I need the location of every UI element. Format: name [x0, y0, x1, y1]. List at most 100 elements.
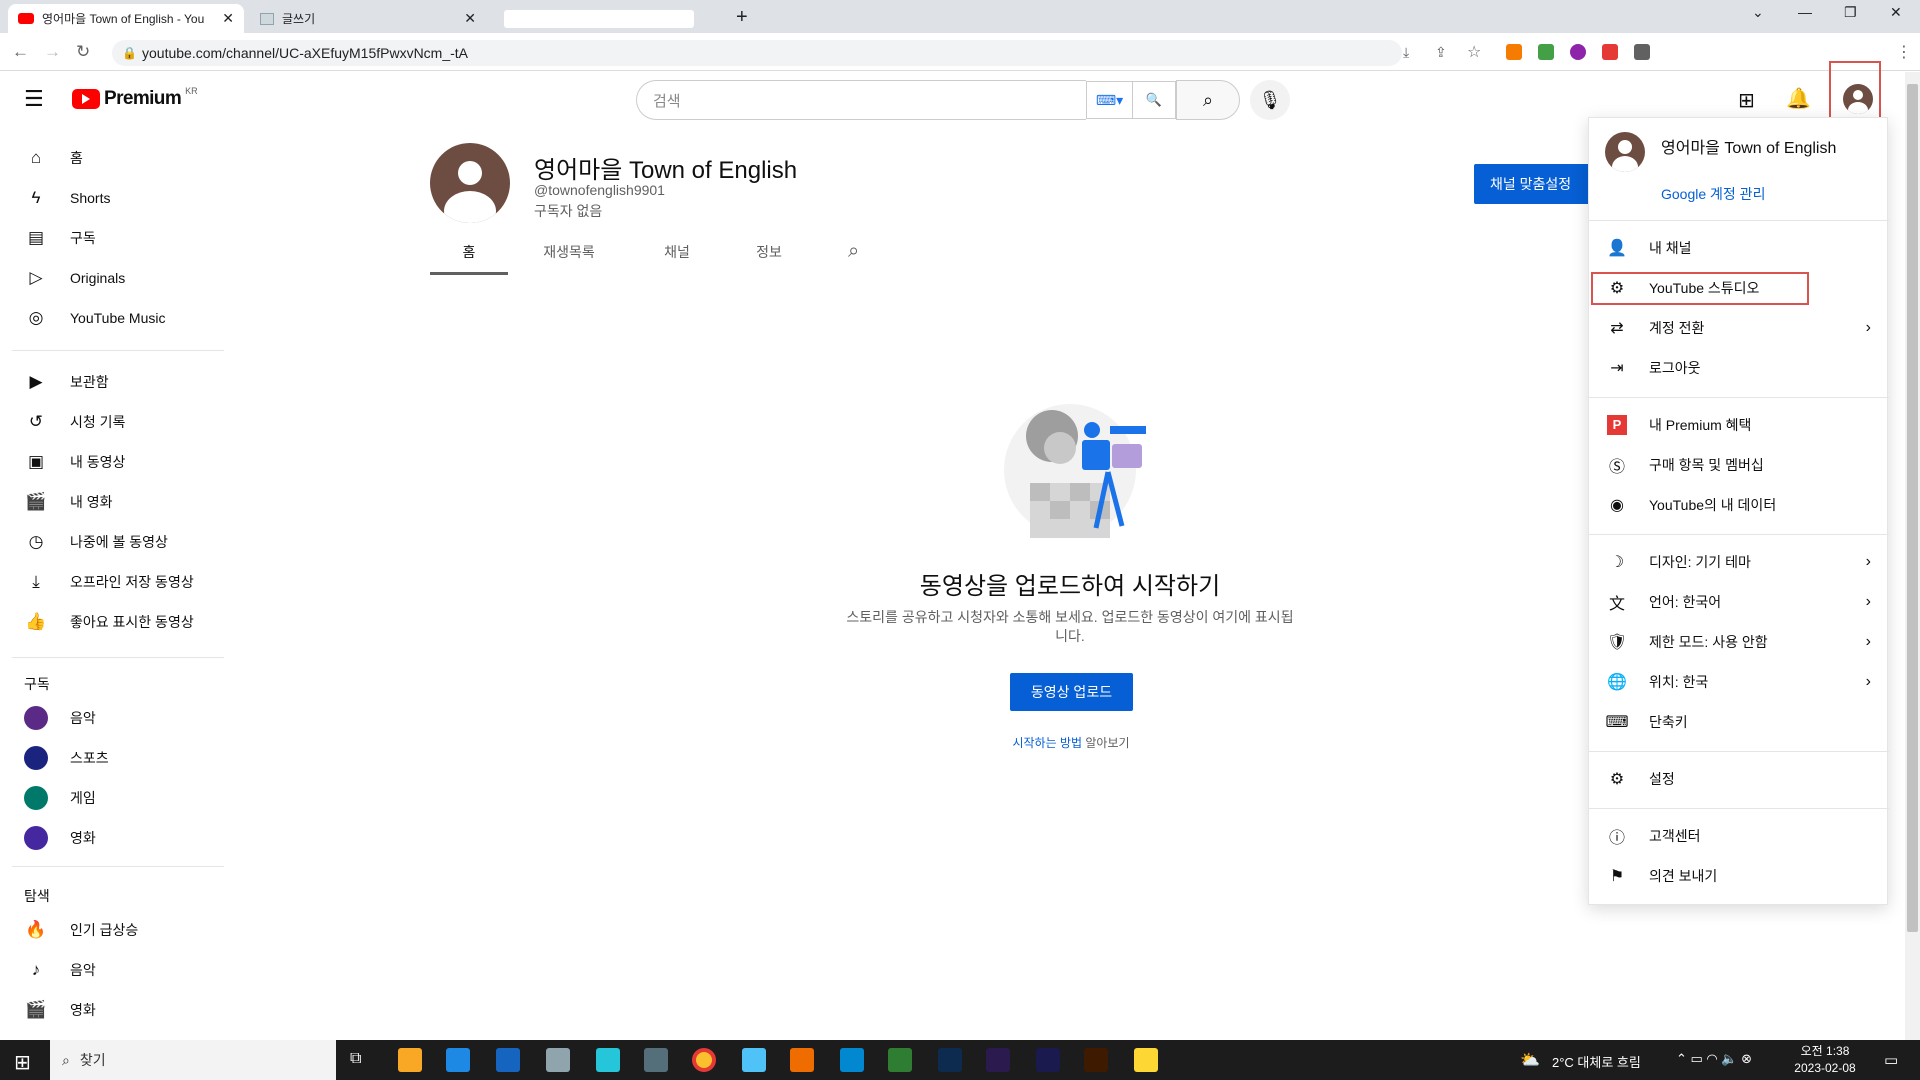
menu-item-send-feedback[interactable]: ⚑ 의견 보내기 [1605, 858, 1871, 894]
sidebar-item-liked-videos[interactable]: 👍 좋아요 표시한 동영상 [24, 602, 193, 642]
voice-search-button[interactable]: 🎙 [1250, 80, 1290, 120]
tab-channels[interactable]: 채널 [638, 242, 716, 262]
search-button[interactable]: ⌕ [1176, 80, 1240, 120]
app-icon[interactable] [546, 1048, 570, 1072]
excel-icon[interactable] [888, 1048, 912, 1072]
mail-icon[interactable] [496, 1048, 520, 1072]
menu-item-appearance[interactable]: ☽ 디자인: 기기 테마 › [1605, 544, 1871, 580]
browser-menu-icon[interactable]: ⋮ [1896, 42, 1912, 62]
input-tools-icon[interactable]: ⌨▾ [1086, 81, 1132, 119]
after-effects-icon[interactable] [1036, 1048, 1060, 1072]
browser-tab-writing[interactable]: 글쓰기 ✕ [250, 4, 486, 33]
photoshop-icon[interactable] [938, 1048, 962, 1072]
sidebar-item-shorts[interactable]: ϟ Shorts [24, 178, 111, 218]
forward-icon[interactable]: → [44, 42, 61, 62]
tab-home[interactable]: 홈 [430, 242, 508, 262]
premiere-icon[interactable] [986, 1048, 1010, 1072]
sidebar-item-downloads[interactable]: ⤓ 오프라인 저장 동영상 [24, 562, 193, 602]
tab-playlists[interactable]: 재생목록 [530, 242, 608, 262]
sidebar-item-trending[interactable]: 🔥 인기 급상승 [24, 910, 138, 950]
sidebar-item-originals[interactable]: ▷ Originals [24, 258, 125, 298]
menu-item-help[interactable]: ⓘ 고객센터 [1605, 818, 1871, 854]
sidebar-subscription-music[interactable]: 음악 [24, 698, 96, 738]
weather-text[interactable]: 2°C 대체로 흐림 [1552, 1052, 1641, 1071]
menu-item-switch-account[interactable]: ⇄ 계정 전환 › [1605, 310, 1871, 346]
windows-start-icon[interactable]: ⊞ [14, 1050, 31, 1075]
menu-item-restricted-mode[interactable]: 🛡 제한 모드: 사용 안함 › [1605, 624, 1871, 660]
sidebar-item-explore-music[interactable]: ♪ 음악 [24, 950, 96, 990]
sidebar-item-explore-movies[interactable]: 🎬 영화 [24, 990, 95, 1030]
learn-how-link[interactable]: 시작하는 방법 [1012, 736, 1082, 750]
sidebar-item-my-videos[interactable]: ▣ 내 동영상 [24, 442, 125, 482]
hamburger-menu-icon[interactable]: ☰ [24, 86, 44, 112]
new-tab-icon[interactable]: + [736, 6, 748, 29]
share-icon[interactable]: ⇪ [1435, 44, 1447, 61]
back-icon[interactable]: ← [12, 42, 29, 62]
sidebar-item-youtube-music[interactable]: ◎ YouTube Music [24, 298, 166, 338]
sidebar-subscription-movies[interactable]: 영화 [24, 818, 96, 858]
illustrator-icon[interactable] [1084, 1048, 1108, 1072]
sidebar-item-subscriptions[interactable]: ▤ 구독 [24, 218, 96, 258]
extension-icon[interactable] [1634, 44, 1650, 60]
task-view-icon[interactable]: ⧉ [350, 1050, 361, 1068]
manage-google-account-link[interactable]: Google 계정 관리 [1661, 184, 1765, 204]
sidebar-item-home[interactable]: ⌂ 홈 [24, 138, 83, 178]
menu-item-your-data[interactable]: ◉ YouTube의 내 데이터 [1605, 487, 1871, 523]
browser-tab-youtube[interactable]: 영어마을 Town of English - You ✕ [8, 4, 244, 33]
close-window-icon[interactable]: ✕ [1890, 4, 1902, 21]
app-icon[interactable] [596, 1048, 620, 1072]
address-bar[interactable]: 🔒 youtube.com/channel/UC-aXEfuyM15fPwxvN… [112, 40, 1402, 66]
close-tab-icon[interactable]: ✕ [222, 10, 234, 27]
extension-icon[interactable] [1506, 44, 1522, 60]
sidebar-item-watch-later[interactable]: ◷ 나중에 볼 동영상 [24, 522, 168, 562]
kakaotalk-icon[interactable] [1134, 1048, 1158, 1072]
customize-channel-button[interactable]: 채널 맞춤설정 [1474, 164, 1590, 204]
extension-icon[interactable] [1538, 44, 1554, 60]
menu-item-language[interactable]: 文 언어: 한국어 › [1605, 584, 1871, 620]
app-icon[interactable] [790, 1048, 814, 1072]
menu-item-keyboard-shortcuts[interactable]: ⌨ 단축키 [1605, 704, 1871, 740]
tab-search-icon[interactable]: ⌄ [1752, 4, 1764, 21]
bookmark-star-icon[interactable]: ☆ [1467, 42, 1481, 62]
sidebar-subscription-sports[interactable]: 스포츠 [24, 738, 109, 778]
file-explorer-icon[interactable] [398, 1048, 422, 1072]
system-tray-icons[interactable]: ⌃ ▭ ◠ 🔈 ⊗ [1676, 1051, 1752, 1067]
notifications-bell-icon[interactable]: 🔔 [1786, 86, 1811, 111]
channel-search-icon[interactable]: ⌕ [848, 240, 859, 263]
notification-center-icon[interactable]: ▭ [1884, 1051, 1898, 1069]
create-video-icon[interactable]: ⊞ [1738, 88, 1755, 113]
maximize-icon[interactable]: ❐ [1844, 4, 1857, 21]
browser-tab-blank[interactable] [494, 4, 726, 33]
taskbar-clock[interactable]: 오전 1:38 2023-02-08 [1780, 1043, 1870, 1077]
menu-item-location[interactable]: 🌐 위치: 한국 › [1605, 664, 1871, 700]
menu-item-my-channel[interactable]: 👤 내 채널 [1605, 230, 1871, 266]
taskbar-search-box[interactable]: ⌕ 찾기 [50, 1040, 336, 1080]
store-icon[interactable] [446, 1048, 470, 1072]
menu-item-youtube-studio[interactable]: ⚙ YouTube 스튜디오 [1605, 270, 1871, 306]
calculator-icon[interactable] [644, 1048, 668, 1072]
search-input[interactable]: 검색 [636, 80, 1086, 120]
reload-icon[interactable]: ↻ [76, 42, 90, 62]
tab-about[interactable]: 정보 [730, 242, 808, 262]
install-icon[interactable]: ⤓ [1403, 44, 1409, 61]
extension-icon[interactable] [1602, 44, 1618, 60]
app-icon[interactable] [742, 1048, 766, 1072]
sidebar-item-history[interactable]: ↺ 시청 기록 [24, 402, 126, 442]
weather-icon[interactable]: ⛅ [1520, 1050, 1540, 1070]
cc-search-extension-icon[interactable]: 🔍 [1132, 81, 1176, 119]
extension-icon[interactable] [1570, 44, 1586, 60]
menu-item-purchases[interactable]: Ⓢ 구매 항목 및 멤버십 [1605, 447, 1871, 483]
menu-item-premium-benefits[interactable]: P 내 Premium 혜택 [1605, 407, 1871, 443]
sidebar-item-library[interactable]: ▶ 보관함 [24, 362, 108, 402]
youtube-premium-logo[interactable]: Premium KR [72, 86, 198, 110]
account-avatar-button[interactable] [1843, 84, 1873, 114]
close-tab-icon[interactable]: ✕ [464, 10, 476, 27]
menu-item-settings[interactable]: ⚙ 설정 [1605, 761, 1871, 797]
scrollbar-thumb[interactable] [1907, 84, 1918, 932]
app-icon[interactable] [840, 1048, 864, 1072]
chrome-icon[interactable] [692, 1048, 716, 1072]
sidebar-subscription-gaming[interactable]: 게임 [24, 778, 96, 818]
sidebar-item-my-movies[interactable]: 🎬 내 영화 [24, 482, 112, 522]
menu-item-sign-out[interactable]: ⇥ 로그아웃 [1605, 350, 1871, 386]
upload-video-button[interactable]: 동영상 업로드 [1010, 673, 1133, 711]
